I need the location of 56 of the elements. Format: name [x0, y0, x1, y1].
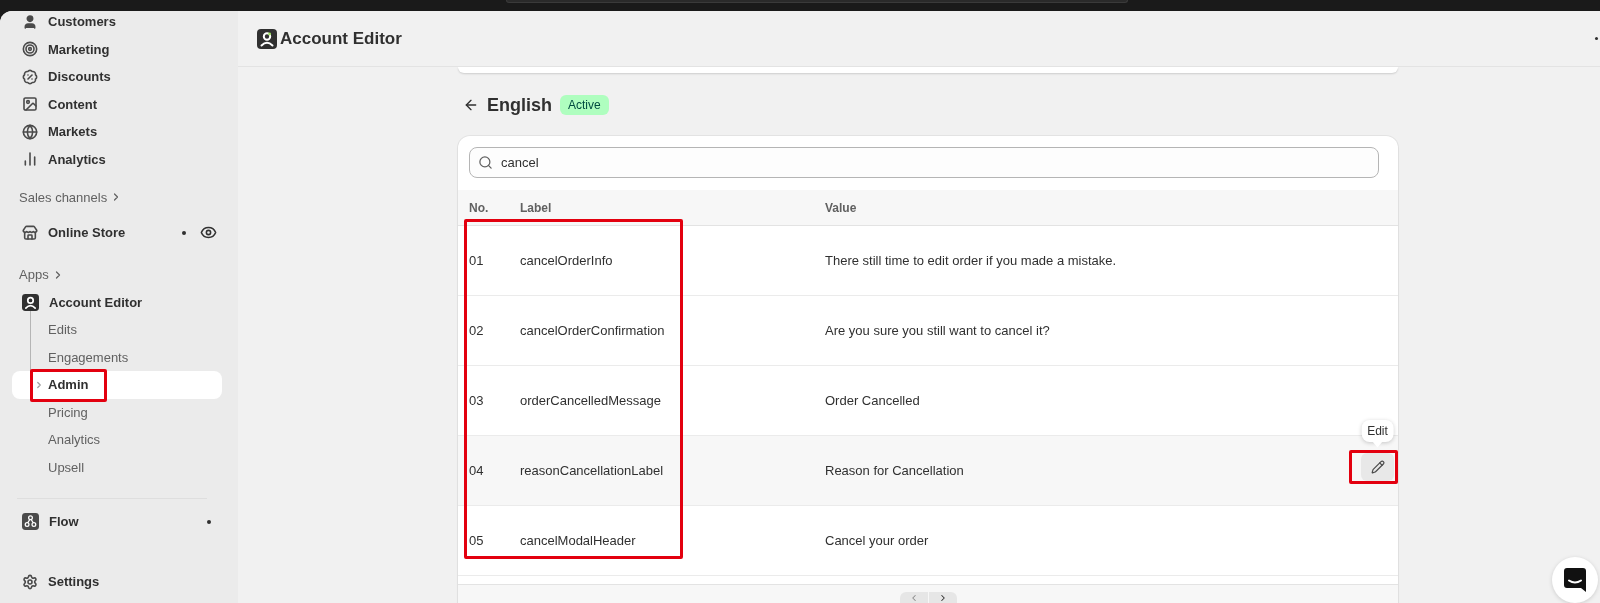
table-cell-text: 05 — [469, 531, 484, 550]
nav-item[interactable]: Marketing — [12, 35, 222, 63]
nav-sub-item[interactable]: Engagements — [12, 343, 222, 371]
table-cell-text: 03 — [469, 391, 484, 410]
nav-item[interactable]: Flow — [12, 508, 172, 536]
back-arrow-icon — [463, 97, 479, 113]
header-title: Account Editor — [280, 27, 402, 50]
search-icon — [478, 155, 493, 170]
section-heading[interactable]: Sales channels — [14, 187, 128, 207]
globe-icon — [22, 123, 38, 140]
table-cell-text: 04 — [469, 461, 484, 480]
nav-item[interactable]: Discounts — [12, 63, 222, 91]
status-badge: Active — [560, 95, 609, 115]
person-icon — [22, 13, 38, 30]
table-cell-text: orderCancelledMessage — [520, 391, 661, 410]
nav-item[interactable]: Online Store — [12, 219, 172, 247]
table-cell-text: Reason for Cancellation — [825, 461, 964, 480]
store-icon — [22, 224, 38, 241]
section-heading[interactable]: Apps — [14, 265, 69, 285]
column-header: Label — [520, 199, 552, 217]
nav-sub-item[interactable]: Edits — [12, 316, 222, 344]
chat-icon — [1564, 568, 1586, 592]
table-cell-text: cancelModalHeader — [520, 531, 636, 550]
table-cell-text: Order Cancelled — [825, 391, 920, 410]
table-cell-text: 01 — [469, 251, 484, 270]
column-header: No. — [469, 199, 489, 217]
column-header: Value — [825, 199, 857, 217]
edit-button[interactable] — [1361, 452, 1394, 481]
settings-icon — [22, 573, 38, 590]
table-cell-text: There still time to edit order if you made a mistake. — [825, 251, 1117, 270]
nav-sub-item[interactable]: Pricing — [12, 398, 222, 426]
nav-item[interactable]: Customers — [12, 11, 222, 36]
target-icon — [22, 41, 38, 58]
table-cell-text: Cancel your order — [825, 531, 929, 550]
nav-item[interactable]: Markets — [12, 118, 222, 146]
page-title: English — [487, 93, 552, 117]
nav-item[interactable]: Analytics — [12, 145, 222, 173]
nav-sub-item[interactable]: Analytics — [12, 426, 222, 454]
percent-badge-icon — [22, 68, 38, 85]
nav-sub-item[interactable]: Upsell — [12, 453, 222, 481]
app-logo-icon — [22, 293, 39, 311]
pencil-icon — [1370, 459, 1385, 474]
flow-app-icon — [22, 513, 39, 531]
table-cell-text: cancelOrderInfo — [520, 251, 613, 270]
table-cell-text: reasonCancellationLabel — [520, 461, 664, 480]
nav-sub-item[interactable]: Admin — [12, 371, 222, 399]
table-cell-text: cancelOrderConfirmation — [520, 321, 665, 340]
table-cell-text: 02 — [469, 321, 484, 340]
image-icon — [22, 96, 38, 113]
nav-item[interactable]: Content — [12, 90, 222, 118]
table-cell-text: Are you sure you still want to cancel it? — [825, 321, 1050, 340]
app-logo-icon — [257, 28, 277, 49]
nav-item[interactable]: Account Editor — [12, 288, 172, 316]
nav-item[interactable]: Settings — [12, 568, 222, 596]
search-field[interactable]: cancel — [469, 147, 1379, 178]
bar-chart-icon — [22, 151, 38, 168]
